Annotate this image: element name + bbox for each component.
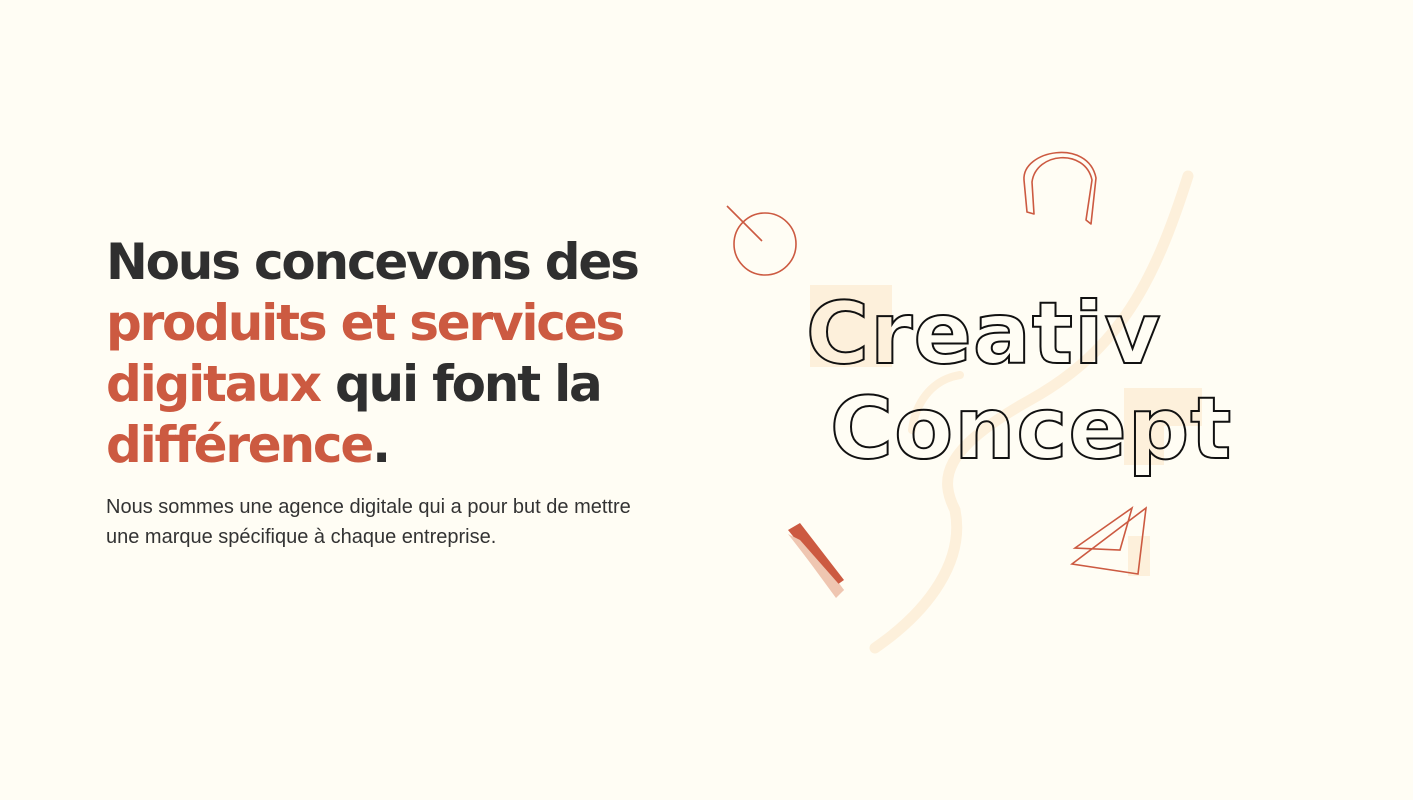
logo-word-concept: Concept: [830, 379, 1232, 479]
hero-subtitle: Nous sommes une agence digitale qui a po…: [106, 496, 631, 548]
headline-part-2: qui font la: [319, 355, 603, 413]
hero-headline: Nous concevons des produits et services …: [106, 232, 686, 476]
logo-word-creativ: Creativ: [806, 284, 1162, 384]
creativ-concept-illustration: Creativ Concept: [700, 130, 1240, 670]
arch-outline-shape: [1023, 151, 1097, 225]
illustration-graphic: Creativ Concept: [726, 151, 1232, 654]
triangle-outline-small-shape: [1072, 506, 1134, 551]
hero-text-block: Nous concevons des produits et services …: [106, 232, 686, 552]
stick-front-shape: [788, 534, 844, 596]
headline-part-1: Nous concevons des: [106, 233, 640, 291]
headline-accent-difference: différence: [106, 416, 374, 474]
headline-period: .: [372, 416, 391, 474]
stick-shape: [788, 523, 844, 587]
diagonal-line-shape: [726, 205, 763, 242]
